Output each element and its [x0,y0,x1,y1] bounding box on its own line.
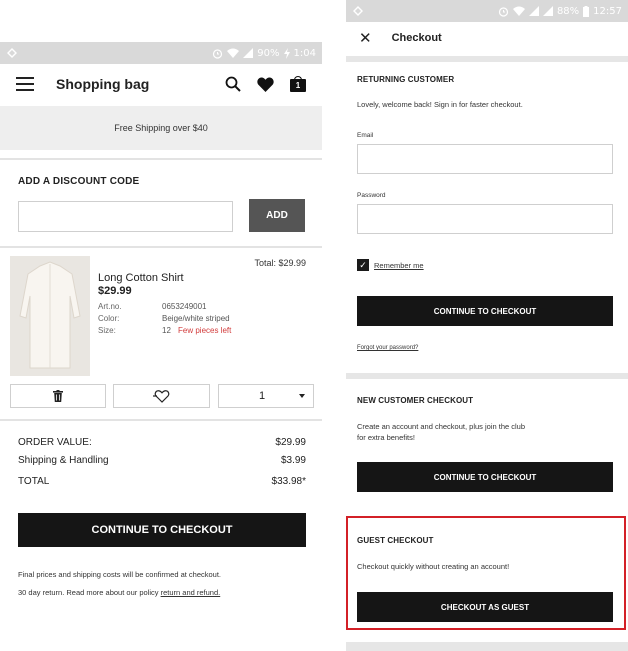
checkout-screen: 88% 12:57 ✕ Checkout RETURNING CUSTOMER … [346,0,628,651]
fine-print-returns: 30 day return. Read more about our polic… [18,588,220,597]
discount-code-input[interactable] [18,201,233,232]
search-icon[interactable] [225,76,241,92]
status-time: 12:57 [593,5,622,17]
total-label: TOTAL [18,476,50,487]
add-discount-button[interactable]: ADD [249,199,305,232]
size-value: 12 [162,326,171,335]
divider [0,419,322,421]
discount-title: ADD A DISCOUNT CODE [18,176,140,187]
heart-icon[interactable] [257,76,274,92]
return-refund-link[interactable]: return and refund. [161,588,221,597]
wifi-icon [512,6,525,16]
size-label: Size: [98,326,116,335]
shipping-label: Shipping & Handling [18,455,109,466]
total-value: $33.98* [271,476,306,487]
status-bar: 88% 12:57 [346,0,628,22]
quantity-value: 1 [259,390,266,402]
forgot-password-link[interactable]: Forgot your password? [357,345,418,351]
quantity-select[interactable]: 1 [218,384,314,408]
remember-me-label[interactable]: Remember me [374,261,424,270]
menu-icon[interactable] [16,77,34,91]
trash-icon [53,390,63,402]
chevron-down-icon [299,394,305,398]
remove-item-button[interactable] [10,384,106,408]
signal-icon [243,48,254,58]
bag-icon[interactable]: 1 [290,76,306,92]
top-app-bar: Shopping bag 1 [0,64,322,104]
new-customer-text-2: for extra benefits! [357,433,415,442]
top-app-bar: ✕ Checkout [346,22,628,54]
wifi-icon [227,48,240,58]
signal-icon-2 [542,6,553,16]
guest-checkout-title: GUEST CHECKOUT [357,536,434,545]
email-field[interactable] [357,144,613,174]
section-divider [346,642,628,651]
product-name[interactable]: Long Cotton Shirt [98,272,184,284]
bag-count: 1 [290,79,306,92]
shipping-row: Shipping & Handling $3.99 [18,455,306,466]
divider [0,158,322,160]
artno-label: Art.no. [98,302,122,311]
product-price: $29.99 [98,285,132,297]
fine-print-prices: Final prices and shipping costs will be … [18,570,222,579]
page-title: Shopping bag [56,76,150,92]
close-icon[interactable]: ✕ [359,31,372,46]
signal-icon [528,6,539,16]
shopping-bag-screen: 90% 1:04 Shopping bag 1 Free Shipping ov… [0,0,322,651]
app-notification-icon [7,48,17,58]
battery-charging-icon [283,47,290,59]
new-customer-title: NEW CUSTOMER CHECKOUT [357,396,474,405]
heart-plus-icon [152,389,169,403]
color-label: Color: [98,314,120,323]
status-time: 1:04 [293,47,316,59]
alarm-icon [498,6,509,17]
section-divider [346,56,628,62]
new-customer-checkout-button[interactable]: CONTINUE TO CHECKOUT [357,462,613,492]
remember-me-checkbox[interactable]: ✓ [357,259,369,271]
order-value-row: ORDER VALUE: $29.99 [18,437,306,448]
free-shipping-banner: Free Shipping over $40 [0,106,322,150]
email-label: Email [357,132,374,139]
battery-icon [583,5,590,17]
product-image[interactable] [10,256,90,376]
continue-to-checkout-button[interactable]: CONTINUE TO CHECKOUT [18,513,306,547]
color-value: Beige/white striped [162,314,230,323]
total-row: TOTAL $33.98* [18,476,306,487]
shipping-value: $3.99 [280,455,306,466]
product-total: Total: $29.99 [254,258,306,268]
page-title: Checkout [391,32,442,44]
fine-print-returns-text: 30 day return. Read more about our polic… [18,588,159,597]
guest-checkout-text: Checkout quickly without creating an acc… [357,562,510,571]
alarm-icon [213,48,223,59]
order-value: $29.99 [275,437,306,448]
save-to-favourites-button[interactable] [113,384,210,408]
artno-value: 0653249001 [162,302,207,311]
status-bar: 90% 1:04 [0,42,322,64]
returning-customer-title: RETURNING CUSTOMER [357,75,455,84]
battery-percent: 88% [556,5,580,17]
divider [0,246,322,248]
returning-customer-text: Lovely, welcome back! Sign in for faster… [357,100,523,109]
new-customer-text-1: Create an account and checkout, plus joi… [357,422,526,431]
order-value-label: ORDER VALUE: [18,437,92,448]
app-notification-icon [353,6,363,16]
checkout-as-guest-button[interactable]: CHECKOUT AS GUEST [357,592,613,622]
battery-percent: 90% [257,47,280,59]
password-field[interactable] [357,204,613,234]
password-label: Password [357,192,386,199]
section-divider [346,373,628,379]
continue-to-checkout-button[interactable]: CONTINUE TO CHECKOUT [357,296,613,326]
stock-note: Few pieces left [178,326,232,335]
